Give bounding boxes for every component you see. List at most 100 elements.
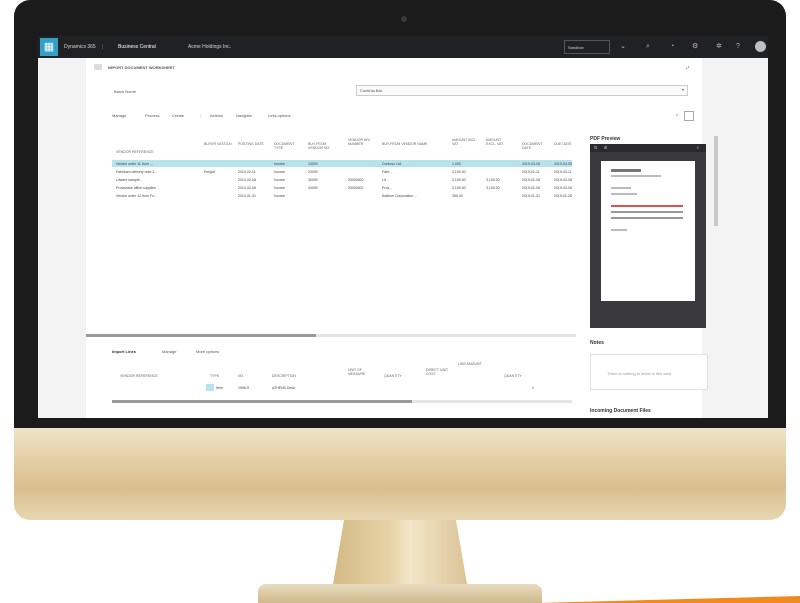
action-less-options[interactable]: Less options <box>268 113 290 118</box>
col-line-qty[interactable]: QUANTITY <box>504 374 522 378</box>
cell: 20000 <box>308 170 318 174</box>
cell: 40000 <box>308 186 318 190</box>
lines-scrollbar[interactable] <box>112 400 572 403</box>
download-icon[interactable]: ⇩ <box>696 145 699 150</box>
filter-icon[interactable] <box>684 111 694 121</box>
col-posting-date[interactable]: POSTING DATE <box>238 142 266 146</box>
pdf-text-line <box>611 229 627 231</box>
cell: 20000002 <box>348 186 364 190</box>
tab-more-options[interactable]: More options <box>196 349 219 354</box>
col-line-type[interactable]: TYPE <box>210 374 219 378</box>
cell: Proseware office supplies <box>116 186 156 190</box>
cell: 3,100.00 <box>452 170 466 174</box>
lines-tabs: Import Lines Manage More options <box>112 349 312 357</box>
col-due-date[interactable]: DUE DATE <box>554 142 574 146</box>
cell: 2019-03-08 <box>554 178 572 182</box>
chevron-down-icon: ▾ <box>681 87 684 92</box>
notes-box: There is nothing to show in this view <box>590 354 708 390</box>
col-amount-incl[interactable]: AMOUNT INCL. VAT <box>452 138 478 146</box>
col-line-description[interactable]: DESCRIPTION <box>272 374 296 378</box>
table-row[interactable]: Vendor order 12 from Fo... 2019-01-31 In… <box>112 192 572 199</box>
top-bar: ▦ Dynamics 365 | Business Central Acme H… <box>38 36 768 58</box>
tab-manage[interactable]: Manage <box>162 349 176 354</box>
table-row[interactable]: Litware sample... 2019-02-08 Invoice 300… <box>112 176 572 183</box>
table-row[interactable]: Proseware office supplies 2019-02-06 Inv… <box>112 184 572 191</box>
avatar[interactable] <box>755 41 766 52</box>
cell: 2019-01-31 <box>238 194 256 198</box>
notes-title: Notes <box>590 340 604 346</box>
col-document-date[interactable]: DOCUMENT DATE <box>522 142 550 150</box>
scrollbar-thumb[interactable] <box>86 334 316 337</box>
cell: 2019-02-11 <box>238 170 256 174</box>
action-separator: | <box>200 113 202 118</box>
col-line-unit-cost[interactable]: DIRECT UNIT COST <box>426 368 452 376</box>
cell: 2019-02-28 <box>554 194 572 198</box>
app-launcher-icon[interactable]: ▦ <box>40 38 58 56</box>
search-icon[interactable]: ⌕ <box>676 112 678 117</box>
side-scrollbar[interactable] <box>714 136 718 226</box>
line-row[interactable]: Item 1996-S ATHENS Desk 1 <box>112 384 572 391</box>
batch-select[interactable]: Continia Bat. ▾ <box>356 85 688 96</box>
horizontal-scrollbar[interactable] <box>86 334 576 337</box>
cell: 3,100.00 <box>452 178 466 182</box>
cell: Litware sample... <box>116 178 143 182</box>
cell: Invoice <box>274 178 286 182</box>
separator: | <box>102 44 104 50</box>
page-icon[interactable]: ⊞ <box>604 145 607 150</box>
zoom-icon[interactable]: ⊟ <box>594 145 597 150</box>
back-icon[interactable] <box>94 64 102 70</box>
col-line-no[interactable]: NO. <box>238 374 244 378</box>
chevron-icon[interactable]: ⌄ <box>620 43 626 51</box>
col-vendor-name[interactable]: BUY-FROM VENDOR NAME <box>382 142 442 146</box>
gear-icon[interactable]: ✲ <box>716 43 722 51</box>
cell: Invoice <box>274 170 286 174</box>
action-create[interactable]: Create <box>172 113 184 118</box>
table-header: VENDOR REFERENCE BUYER VAT/GLN POSTING D… <box>112 136 572 158</box>
action-navigate[interactable]: Navigate <box>236 113 252 118</box>
col-line-amount[interactable]: LINE AMOUNT <box>458 362 488 366</box>
cell: Invoice <box>274 194 286 198</box>
search-icon[interactable]: ⌕ <box>646 43 650 51</box>
pdf-page <box>601 161 695 301</box>
col-vendor-reference[interactable]: VENDOR REFERENCE <box>116 150 154 154</box>
scrollbar-thumb[interactable] <box>112 400 412 403</box>
cell: Invoice <box>274 186 286 190</box>
pdf-text-line <box>611 211 683 213</box>
help-icon[interactable]: ? <box>736 43 740 51</box>
action-manage[interactable]: Manage <box>112 113 126 118</box>
cell: 2019-02-11 <box>522 170 540 174</box>
tab-import-lines[interactable]: Import Lines <box>112 349 136 354</box>
col-line-uom[interactable]: UNIT OF MEASURE <box>348 368 378 376</box>
cell: Pros... <box>382 186 393 190</box>
table-row[interactable]: Vendor order 11 from ... Invoice 10000 C… <box>112 160 572 167</box>
col-line-vendor-ref[interactable]: VENDOR REFERENCE <box>120 374 158 378</box>
notes-empty: There is nothing to show in this view <box>607 371 672 376</box>
col-vendor-no[interactable]: BUY-FROM VENDOR NO. <box>308 142 342 150</box>
cell: 20000000 <box>348 178 364 182</box>
line-selected-marker <box>206 384 214 391</box>
pdf-text-line <box>611 217 683 219</box>
cell: 3,100.00 <box>452 186 466 190</box>
cell: ATHENS Desk <box>272 386 295 390</box>
settings-icon[interactable]: ⚙ <box>692 43 698 51</box>
col-document-type[interactable]: DOCUMENT TYPE <box>274 142 302 150</box>
action-process[interactable]: Process <box>145 113 159 118</box>
col-amount-excl[interactable]: AMOUNT EXCL. VAT <box>486 138 512 146</box>
cell: Fabr... <box>382 170 392 174</box>
company-name[interactable]: Acme Holdings Inc. <box>188 44 231 50</box>
environment-badge[interactable]: Sandbox <box>564 40 610 54</box>
table-row[interactable]: Fabrikam delivery note 2... Freight 2019… <box>112 168 572 175</box>
col-vendor-inv[interactable]: VENDOR INV. NUMBER <box>348 138 374 146</box>
bell-icon[interactable]: ◔ <box>670 43 674 51</box>
page-title: IMPORT DOCUMENT WORKSHEET <box>108 65 175 70</box>
col-line-quantity[interactable]: QUANTITY <box>384 374 402 378</box>
cell: 3,100.00 <box>486 178 500 182</box>
cell: 10000 <box>308 162 318 166</box>
cell: 2019-02-06 <box>238 186 256 190</box>
col-buyer-vat[interactable]: BUYER VAT/GLN <box>204 142 232 146</box>
product-name[interactable]: Dynamics 365 <box>64 44 96 50</box>
action-actions[interactable]: Actions <box>210 113 223 118</box>
module-name[interactable]: Business Central <box>118 44 156 50</box>
expand-icon[interactable]: ⤢ <box>686 65 689 70</box>
batch-select-value: Continia Bat. <box>360 88 383 93</box>
